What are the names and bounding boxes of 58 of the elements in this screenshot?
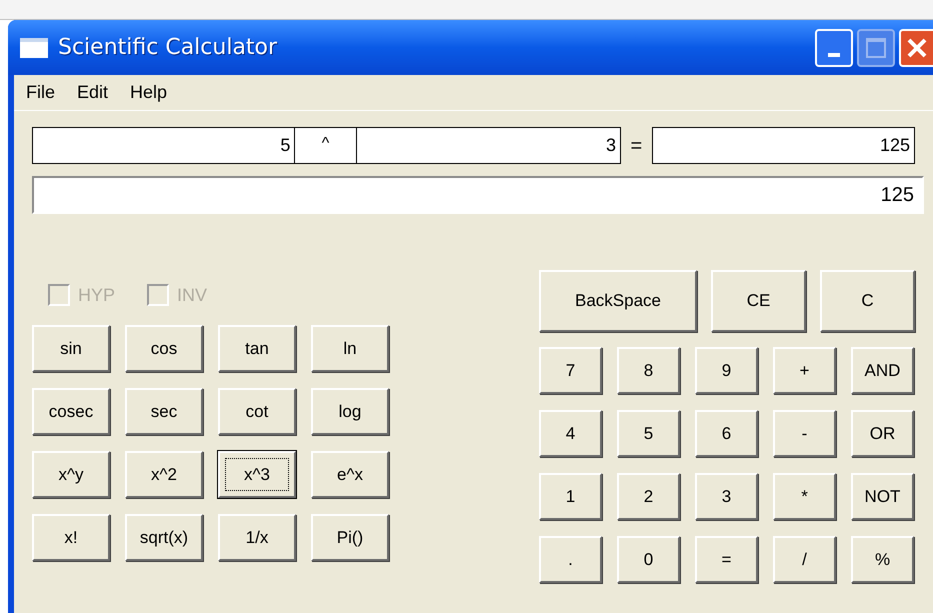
calculator-key[interactable]: x^y: [32, 451, 110, 498]
calculator-key[interactable]: 3: [695, 473, 758, 520]
calculator-key[interactable]: 4: [539, 410, 602, 457]
operand-field: 3: [356, 127, 621, 164]
menu-item[interactable]: Help: [130, 79, 168, 106]
calculator-key[interactable]: -: [773, 410, 836, 457]
calculator-key[interactable]: OR: [851, 410, 914, 457]
calculator-key[interactable]: x^3: [218, 451, 296, 498]
calculator-key[interactable]: sqrt(x): [125, 514, 203, 561]
calculator-key[interactable]: x!: [32, 514, 110, 561]
calculator-key[interactable]: CE: [711, 270, 806, 332]
calculator-key[interactable]: 9: [695, 347, 758, 394]
calculator-key[interactable]: cos: [125, 325, 203, 372]
calculator-key[interactable]: .: [539, 536, 602, 583]
calculator-key[interactable]: 8: [617, 347, 680, 394]
calculator-key[interactable]: cot: [218, 388, 296, 435]
equals-sign: =: [630, 134, 644, 158]
calculator-key[interactable]: NOT: [851, 473, 914, 520]
calculator-key[interactable]: e^x: [311, 451, 389, 498]
menu-item[interactable]: Edit: [77, 79, 108, 106]
window-title: Scientific Calculator: [58, 34, 278, 62]
calculator-key[interactable]: 2: [617, 473, 680, 520]
result-field: 125: [652, 127, 916, 164]
calculator-key[interactable]: 7: [539, 347, 602, 394]
calculator-key[interactable]: 0: [617, 536, 680, 583]
window-icon: [20, 38, 48, 58]
calculator-key[interactable]: C: [820, 270, 915, 332]
calculator-key[interactable]: 6: [695, 410, 758, 457]
calculator-key[interactable]: tan: [218, 325, 296, 372]
display-field: 125: [32, 176, 924, 214]
calculator-key[interactable]: 1/x: [218, 514, 296, 561]
calculator-key[interactable]: BackSpace: [539, 270, 697, 332]
calculator-key[interactable]: x^2: [125, 451, 203, 498]
menu-item[interactable]: File: [26, 79, 56, 106]
calculator-key[interactable]: sec: [125, 388, 203, 435]
maximize-button[interactable]: [857, 28, 895, 66]
minimize-button[interactable]: [815, 28, 853, 66]
calculator-key[interactable]: %: [851, 536, 914, 583]
calculator-key[interactable]: sin: [32, 325, 110, 372]
calculator-key[interactable]: AND: [851, 347, 914, 394]
calculator-key[interactable]: 5: [617, 410, 680, 457]
close-icon: [906, 36, 928, 58]
calculator-key[interactable]: 1: [539, 473, 602, 520]
operator-field: ^: [295, 127, 357, 164]
checkbox-label: INV: [177, 284, 208, 306]
checkbox-label: HYP: [78, 284, 116, 306]
maximize-icon: [866, 38, 886, 58]
operand-field: 5: [32, 127, 296, 164]
calculator-key[interactable]: ln: [311, 325, 389, 372]
calculator-key[interactable]: =: [695, 536, 758, 583]
minimize-icon: [828, 52, 840, 56]
calculator-key[interactable]: cosec: [32, 388, 110, 435]
calculator-key[interactable]: /: [773, 536, 836, 583]
calculator-key[interactable]: Pi(): [311, 514, 389, 561]
calculator-key[interactable]: +: [773, 347, 836, 394]
close-button[interactable]: [899, 28, 933, 66]
calculator-key[interactable]: *: [773, 473, 836, 520]
calculator-key[interactable]: log: [311, 388, 389, 435]
